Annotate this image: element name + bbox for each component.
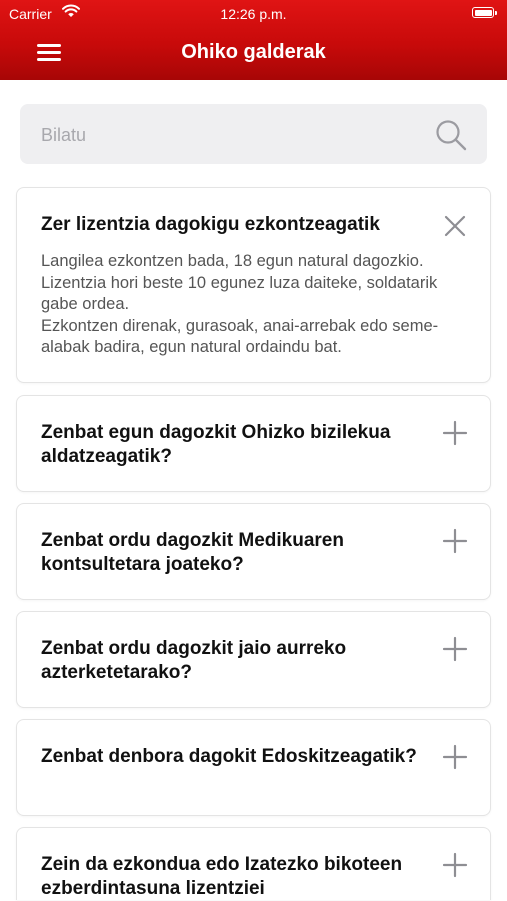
close-icon[interactable] xyxy=(442,213,468,239)
faq-question: Zenbat ordu dagozkit jaio aurreko azterk… xyxy=(41,638,347,683)
faq-item[interactable]: Zein da ezkondua edo Izatezko bikoteen e… xyxy=(16,827,491,900)
plus-icon[interactable] xyxy=(442,528,468,554)
plus-icon[interactable] xyxy=(442,636,468,662)
faq-item[interactable]: Zenbat denbora dagokit Edoskitzeagatik? xyxy=(16,719,491,816)
faq-question: Zenbat ordu dagozkit Medikuaren kontsult… xyxy=(41,530,344,575)
faq-question: Zenbat denbora dagokit Edoskitzeagatik? xyxy=(41,746,417,767)
status-time: 12:26 p.m. xyxy=(220,6,287,22)
faq-question: Zer lizentzia dagokigu ezkontzeagatik xyxy=(41,214,380,235)
battery-icon xyxy=(472,7,497,18)
faq-item[interactable]: Zenbat egun dagozkit Ohizko bizilekua al… xyxy=(16,395,491,492)
search-icon[interactable] xyxy=(434,118,468,152)
faq-question: Zein da ezkondua edo Izatezko bikoteen e… xyxy=(41,854,403,899)
search-bar[interactable] xyxy=(20,104,487,166)
faq-answer: Langilea ezkontzen bada, 18 egun natural… xyxy=(41,252,439,356)
search-input[interactable] xyxy=(39,104,423,166)
faq-question: Zenbat egun dagozkit Ohizko bizilekua al… xyxy=(41,422,391,467)
faq-item[interactable]: Zenbat ordu dagozkit jaio aurreko azterk… xyxy=(16,611,491,708)
plus-icon[interactable] xyxy=(442,420,468,446)
plus-icon[interactable] xyxy=(442,744,468,770)
status-bar: Carrier 12:26 p.m. xyxy=(0,0,507,28)
plus-icon[interactable] xyxy=(442,852,468,878)
faq-item[interactable]: Zenbat ordu dagozkit Medikuaren kontsult… xyxy=(16,503,491,600)
page-title: Ohiko galderak xyxy=(181,41,326,63)
app-header: Carrier 12:26 p.m. Ohiko galderak xyxy=(0,0,507,80)
faq-item[interactable]: Zer lizentzia dagokigu ezkontzeagatik La… xyxy=(16,187,491,383)
